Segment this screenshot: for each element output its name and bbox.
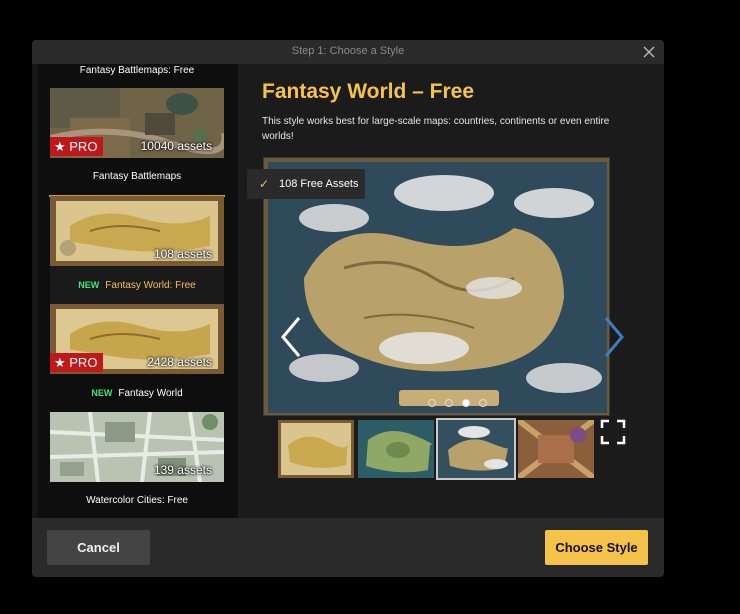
style-list[interactable]: Fantasy Battlemaps: Free ★ PRO 10040 ass… (38, 64, 238, 518)
style-thumbnail: 139 assets (50, 412, 224, 482)
dialog-footer: Cancel Choose Style (32, 518, 664, 577)
carousel-dot[interactable] (445, 399, 453, 407)
carousel-dot[interactable] (479, 399, 487, 407)
carousel-dots (428, 394, 496, 407)
asset-count: 10040 assets (140, 139, 212, 153)
new-tag: NEW (91, 388, 113, 398)
style-card-label: Fantasy World (118, 388, 183, 399)
cancel-button[interactable]: Cancel (47, 530, 150, 565)
preview-thumbnails (278, 418, 638, 480)
carousel-dot[interactable] (462, 399, 470, 407)
titlebar: Step 1: Choose a Style (32, 40, 664, 64)
check-icon: ✓ (259, 177, 270, 191)
style-card-caption: NEW Fantasy World: Free (50, 266, 224, 304)
style-thumbnail: 108 assets (50, 196, 224, 266)
asset-count: 2428 assets (147, 355, 212, 369)
preview-thumbnail[interactable] (436, 418, 516, 480)
pro-badge: ★ PRO (50, 353, 103, 372)
free-assets-tag: ✓ 108 Free Assets (247, 169, 365, 199)
style-card-caption: NEW Fantasy World (50, 374, 224, 412)
style-thumbnail: ★ PRO 10040 assets (50, 88, 224, 158)
style-detail: Fantasy World – Free This style works be… (238, 64, 664, 518)
asset-count: 139 assets (153, 463, 212, 477)
dialog-title: Step 1: Choose a Style (291, 45, 405, 57)
free-assets-label: 108 Free Assets (279, 178, 359, 190)
choose-style-dialog: Step 1: Choose a Style Fantasy Battlemap… (32, 40, 664, 577)
preview-thumbnail[interactable] (358, 420, 434, 478)
style-card-label: Fantasy Battlemaps (92, 171, 182, 182)
style-card-label: Watercolor Cities: Free (86, 495, 188, 506)
style-card-partial-caption[interactable]: Fantasy Battlemaps: Free (50, 64, 224, 84)
previous-image-arrow-icon[interactable] (275, 312, 305, 362)
style-description: This style works best for large-scale ma… (262, 116, 610, 142)
close-icon[interactable] (640, 43, 658, 61)
style-card-label: Fantasy World: Free (105, 280, 196, 291)
next-image-arrow-icon[interactable] (600, 312, 630, 362)
new-tag: NEW (78, 280, 100, 290)
preview-thumbnail[interactable] (278, 420, 354, 478)
preview-thumbnail[interactable] (518, 420, 594, 478)
style-heading: Fantasy World – Free (262, 80, 475, 103)
carousel-dot[interactable] (428, 399, 436, 407)
choose-style-button[interactable]: Choose Style (545, 530, 648, 565)
style-thumbnail: ★ PRO 2428 assets (50, 304, 224, 374)
pro-badge: ★ PRO (50, 137, 103, 156)
asset-count: 108 assets (153, 247, 212, 261)
